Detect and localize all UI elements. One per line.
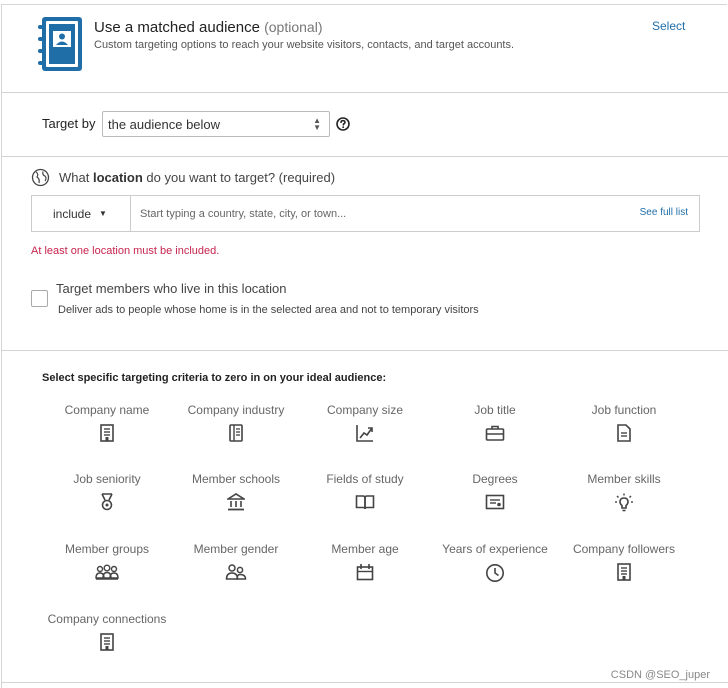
criteria-company-followers[interactable]: Company followers xyxy=(559,542,689,581)
criteria-label: Degrees xyxy=(472,472,518,486)
criteria-label: Job seniority xyxy=(73,472,141,486)
criteria-label: Member groups xyxy=(64,542,150,556)
location-box: include ▼ See full list xyxy=(31,195,700,232)
book-icon xyxy=(355,495,375,510)
lightbulb-icon xyxy=(615,493,633,512)
building-icon xyxy=(100,424,114,442)
include-label: include xyxy=(53,207,92,221)
criteria-member-schools[interactable]: Member schools xyxy=(171,472,301,511)
criteria-fields-of-study[interactable]: Fields of study xyxy=(300,472,430,511)
target-by-label: Target by xyxy=(42,116,96,131)
criteria-job-title[interactable]: Job title xyxy=(430,403,560,442)
divider xyxy=(1,682,728,683)
people-icon xyxy=(225,564,247,580)
briefcase-icon xyxy=(485,425,505,441)
select-arrows-icon: ▲ ▼ xyxy=(313,116,321,132)
criteria-label: Company name xyxy=(64,403,150,417)
criteria-label: Job title xyxy=(474,403,516,417)
criteria-label: Company connections xyxy=(47,612,167,626)
target-by-select[interactable]: the audience below ▲ ▼ xyxy=(102,111,330,137)
criteria-label: Member schools xyxy=(191,472,281,486)
optional-tag: (optional) xyxy=(264,19,323,35)
help-icon[interactable] xyxy=(336,117,350,131)
divider xyxy=(1,156,728,157)
criteria-job-seniority[interactable]: Job seniority xyxy=(42,472,172,511)
criteria-company-industry[interactable]: Company industry xyxy=(171,403,301,442)
criteria-job-function[interactable]: Job function xyxy=(559,403,689,442)
include-dropdown[interactable]: include ▼ xyxy=(32,196,131,231)
criteria-label: Job function xyxy=(591,403,657,417)
caret-down-icon: ▼ xyxy=(99,209,107,218)
clock-icon xyxy=(486,564,504,582)
divider xyxy=(1,350,728,351)
medal-icon xyxy=(101,493,113,511)
chart-growth-icon xyxy=(356,425,373,442)
certificate-icon xyxy=(485,494,505,510)
group-icon xyxy=(95,564,119,580)
criteria-company-size[interactable]: Company size xyxy=(300,403,430,442)
matched-audience-title: Use a matched audience (optional) xyxy=(94,19,323,36)
building-followers-icon xyxy=(617,563,631,581)
calendar-icon xyxy=(356,564,374,581)
criteria-label: Years of experience xyxy=(442,542,548,556)
select-audience-link[interactable]: Select xyxy=(652,19,685,33)
criteria-label: Member age xyxy=(331,542,399,556)
divider xyxy=(1,92,728,93)
criteria-company-connections[interactable]: Company connections xyxy=(42,612,172,651)
target-members-live-label: Target members who live in this location xyxy=(56,281,287,296)
globe-icon xyxy=(31,168,50,187)
criteria-degrees[interactable]: Degrees xyxy=(430,472,560,511)
criteria-heading: Select specific targeting criteria to ze… xyxy=(42,372,387,384)
criteria-label: Member skills xyxy=(587,472,661,486)
criteria-label: Fields of study xyxy=(326,472,404,486)
address-book-icon xyxy=(38,17,82,71)
criteria-label: Company size xyxy=(326,403,404,417)
criteria-label: Company followers xyxy=(572,542,676,556)
location-error-message: At least one location must be included. xyxy=(31,245,220,257)
criteria-member-age[interactable]: Member age xyxy=(300,542,430,581)
panel-frame xyxy=(1,4,727,688)
watermark: CSDN @SEO_juper xyxy=(610,669,710,681)
criteria-member-skills[interactable]: Member skills xyxy=(559,472,689,513)
see-full-list-link[interactable]: See full list xyxy=(640,207,688,218)
target-by-selected-value: the audience below xyxy=(108,117,221,132)
criteria-years-of-experience[interactable]: Years of experience xyxy=(430,542,560,583)
target-members-live-checkbox[interactable] xyxy=(31,290,48,307)
building-connections-icon xyxy=(100,633,114,651)
location-question: What location do you want to target? (re… xyxy=(59,170,336,185)
company-industry-icon xyxy=(229,424,243,442)
criteria-company-name[interactable]: Company name xyxy=(42,403,172,442)
criteria-label: Member gender xyxy=(193,542,279,556)
target-members-live-description: Deliver ads to people whose home is in t… xyxy=(58,304,479,316)
criteria-member-gender[interactable]: Member gender xyxy=(171,542,301,581)
school-icon xyxy=(227,493,245,511)
document-icon xyxy=(617,424,631,442)
matched-audience-description: Custom targeting options to reach your w… xyxy=(94,39,515,51)
criteria-member-groups[interactable]: Member groups xyxy=(42,542,172,581)
location-search-input[interactable] xyxy=(132,197,628,230)
criteria-label: Company industry xyxy=(187,403,285,417)
